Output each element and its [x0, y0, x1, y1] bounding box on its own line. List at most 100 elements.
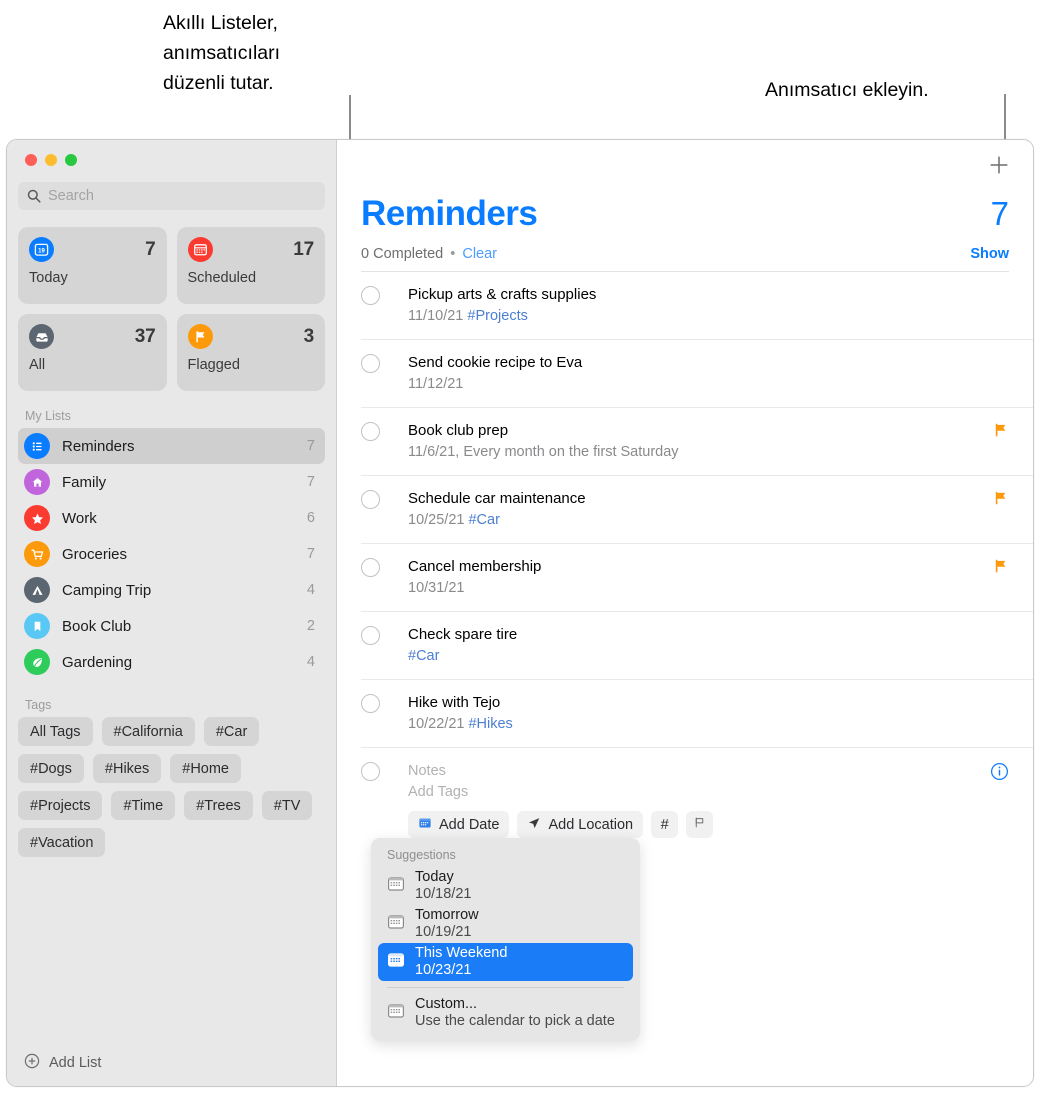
add-tag-button[interactable]: # — [651, 811, 679, 838]
suggestion-date: 10/18/21 — [415, 886, 472, 902]
close-button[interactable] — [25, 154, 37, 166]
reminder-meta: 11/12/21 — [408, 374, 1009, 395]
reminder-tag[interactable]: #Car — [468, 512, 499, 528]
location-arrow-icon — [527, 816, 541, 834]
sidebar-item-reminders[interactable]: Reminders 7 — [18, 428, 325, 464]
suggestion-item-tomorrow[interactable]: Tomorrow 10/19/21 — [378, 905, 633, 943]
toggle-flag-button[interactable] — [686, 811, 714, 838]
bookmark-icon — [24, 613, 50, 639]
suggestion-description: Use the calendar to pick a date — [415, 1013, 615, 1029]
add-location-button[interactable]: Add Location — [517, 811, 644, 838]
search-input[interactable]: Search — [18, 182, 325, 210]
suggestion-item-this-weekend[interactable]: This Weekend 10/23/21 — [378, 943, 633, 981]
sidebar-item-camping-trip[interactable]: Camping Trip 4 — [18, 572, 325, 608]
star-icon — [24, 505, 50, 531]
reminder-row[interactable]: Hike with Tejo 10/22/21 #Hikes — [361, 680, 1033, 748]
reminder-tag[interactable]: #Projects — [467, 308, 527, 324]
suggestion-title: Today — [415, 869, 454, 885]
tag-chip[interactable]: #Dogs — [18, 754, 84, 783]
tag-chip[interactable]: #TV — [261, 791, 313, 820]
add-date-button[interactable]: Add Date — [408, 811, 510, 838]
clear-button[interactable]: Clear — [462, 246, 497, 262]
flag-icon[interactable] — [993, 490, 1009, 511]
new-reminder-toolbar: Add Date Add Location # — [408, 811, 990, 838]
sidebar-item-groceries[interactable]: Groceries 7 — [18, 536, 325, 572]
sidebar-item-count: 7 — [306, 546, 315, 562]
suggestion-item-custom[interactable]: Custom... Use the calendar to pick a dat… — [378, 994, 633, 1032]
tag-chip[interactable]: #Projects — [18, 791, 103, 820]
suggestion-date: 10/19/21 — [415, 924, 472, 940]
info-circle-icon[interactable] — [990, 762, 1009, 786]
reminder-tag[interactable]: #Hikes — [468, 716, 512, 732]
add-reminder-button[interactable] — [985, 153, 1013, 181]
maximize-button[interactable] — [65, 154, 77, 166]
suggestion-title: This Weekend — [415, 945, 508, 961]
reminder-row[interactable]: Book club prep 11/6/21, Every month on t… — [361, 408, 1033, 476]
reminder-title: Send cookie recipe to Eva — [408, 354, 583, 371]
tag-chip[interactable]: #Hikes — [92, 754, 162, 783]
completed-count: 0 Completed — [361, 246, 444, 262]
search-icon — [27, 189, 41, 203]
callout-add-reminder: Anımsatıcı ekleyin. — [765, 79, 929, 101]
search-container: Search — [7, 166, 336, 210]
date-suggestions-popup: Suggestions Today 10/18/21 Tomorrow 10/1… — [371, 838, 640, 1041]
minimize-button[interactable] — [45, 154, 57, 166]
reminder-row[interactable]: Pickup arts & crafts supplies 11/10/21 #… — [361, 272, 1033, 340]
complete-checkbox[interactable] — [361, 286, 380, 305]
tag-chip[interactable]: All Tags — [18, 717, 93, 746]
sidebar-item-count: 4 — [306, 582, 315, 598]
add-tags-input[interactable]: Add Tags — [408, 782, 990, 803]
sidebar-item-gardening[interactable]: Gardening 4 — [18, 644, 325, 680]
smart-list-scheduled[interactable]: 17 Scheduled — [176, 227, 325, 304]
smart-list-count: 3 — [303, 325, 315, 347]
sidebar-item-count: 2 — [306, 618, 315, 634]
reminder-row[interactable]: Schedule car maintenance 10/25/21 #Car — [361, 476, 1033, 544]
calendar-icon — [387, 951, 405, 974]
search-placeholder: Search — [48, 188, 94, 204]
notes-input[interactable]: Notes — [408, 761, 990, 782]
flag-icon[interactable] — [993, 422, 1009, 443]
complete-checkbox[interactable] — [361, 558, 380, 577]
flag-icon[interactable] — [993, 558, 1009, 579]
reminder-row[interactable]: Check spare tire #Car — [361, 612, 1033, 680]
sidebar-item-book-club[interactable]: Book Club 2 — [18, 608, 325, 644]
calendar-icon — [387, 1002, 405, 1025]
smart-list-label: Today — [29, 270, 68, 286]
new-reminder-row[interactable]: Notes Add Tags Add Date Add Location # — [361, 748, 1033, 848]
tag-chip[interactable]: #California — [101, 717, 195, 746]
sidebar-item-family[interactable]: Family 7 — [18, 464, 325, 500]
reminder-date: 10/25/21 — [408, 512, 465, 528]
complete-checkbox[interactable] — [361, 490, 380, 509]
add-list-button[interactable]: Add List — [7, 1040, 336, 1086]
sidebar-item-count: 4 — [306, 654, 315, 670]
complete-checkbox[interactable] — [361, 762, 380, 781]
smart-list-count: 17 — [293, 238, 314, 260]
reminder-meta: 10/22/21 #Hikes — [408, 714, 1009, 735]
tag-chip[interactable]: #Car — [203, 717, 260, 746]
reminder-tag[interactable]: #Car — [408, 648, 439, 664]
reminder-row[interactable]: Cancel membership 10/31/21 — [361, 544, 1033, 612]
suggestion-date: 10/23/21 — [415, 962, 472, 978]
smart-list-today[interactable]: 19 7 Today — [18, 227, 167, 304]
reminder-row[interactable]: Send cookie recipe to Eva 11/12/21 — [361, 340, 1033, 408]
complete-checkbox[interactable] — [361, 422, 380, 441]
sidebar-item-work[interactable]: Work 6 — [18, 500, 325, 536]
tag-chip[interactable]: #Vacation — [18, 828, 106, 857]
tag-chip[interactable]: #Home — [170, 754, 241, 783]
complete-checkbox[interactable] — [361, 694, 380, 713]
smart-list-flagged[interactable]: 3 Flagged — [176, 314, 325, 391]
smart-list-label: Flagged — [187, 357, 240, 373]
tag-chip[interactable]: #Time — [111, 791, 176, 820]
show-button[interactable]: Show — [970, 246, 1009, 262]
tag-chip[interactable]: #Trees — [184, 791, 253, 820]
smart-list-count: 7 — [145, 238, 156, 260]
bullet-list-icon — [24, 433, 50, 459]
reminder-title: Book club prep — [408, 422, 509, 439]
complete-checkbox[interactable] — [361, 354, 380, 373]
calendar-icon — [418, 816, 432, 834]
smart-list-label: Scheduled — [187, 270, 257, 286]
suggestion-item-today[interactable]: Today 10/18/21 — [378, 867, 633, 905]
smart-list-all[interactable]: 37 All — [18, 314, 167, 391]
complete-checkbox[interactable] — [361, 626, 380, 645]
